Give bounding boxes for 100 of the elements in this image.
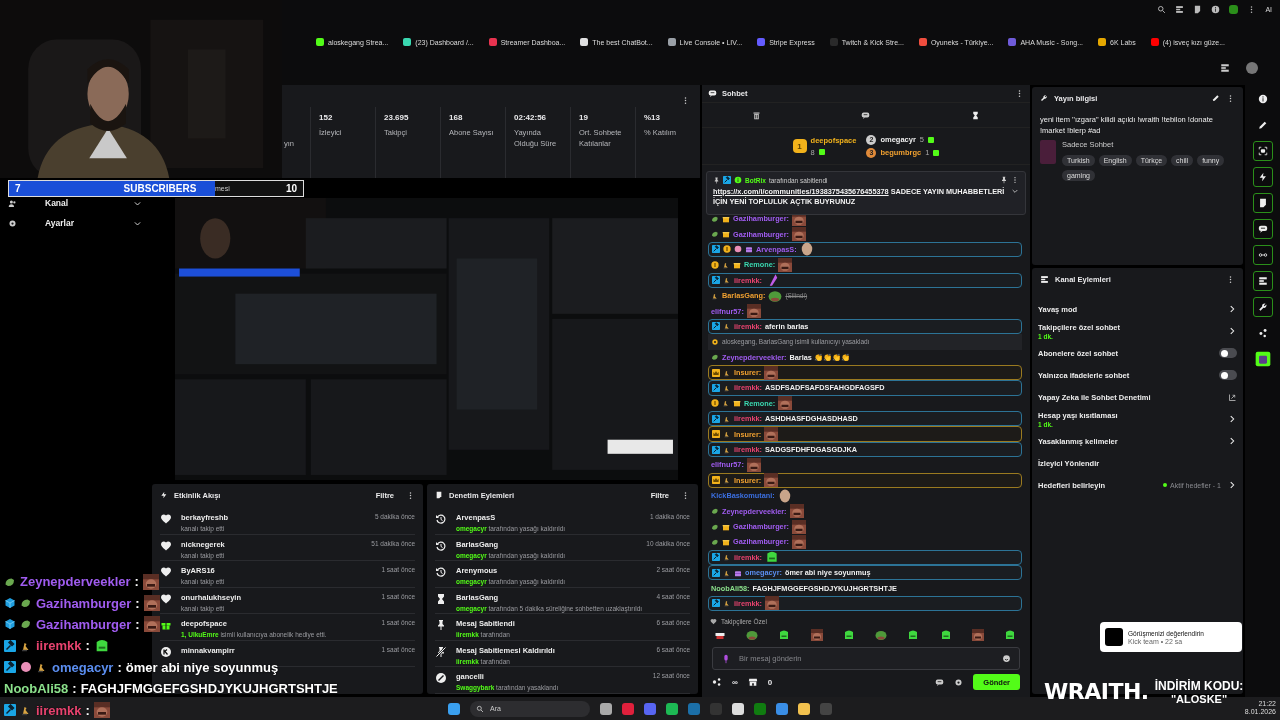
app-icon[interactable] [732, 702, 744, 715]
stat-value: 19 [579, 113, 589, 122]
overlay-separator: : [135, 595, 140, 611]
overlay-message: FAGHJFMGGEFGSHDJYKUJHGRTSHTJE [80, 681, 338, 697]
badge-icon [723, 322, 731, 331]
badge-icon [711, 291, 719, 300]
badge-icon [723, 430, 731, 439]
badge-icon [712, 414, 720, 423]
search-icon [1157, 5, 1167, 14]
tool-button[interactable] [1252, 141, 1273, 161]
chat-icon [935, 677, 945, 687]
emote-icon [778, 257, 793, 272]
external-link-icon [1228, 392, 1237, 402]
emoji-icon [1002, 654, 1011, 663]
app-icon[interactable] [776, 702, 788, 715]
trash-icon [752, 110, 762, 120]
overlay-username: omegacyr [52, 659, 114, 675]
badge-icon [712, 553, 720, 562]
emote-icon [1003, 629, 1016, 641]
badge-icon [723, 568, 731, 577]
app-icon [1254, 351, 1271, 367]
window-icon [1175, 5, 1185, 14]
overlay-separator: : [134, 574, 139, 590]
badge-icon [20, 597, 32, 610]
pin-icon [435, 619, 447, 631]
badge-icon [711, 260, 719, 269]
app-icon[interactable] [798, 702, 810, 715]
emote-icon [907, 629, 920, 641]
stat-value: %13 [644, 113, 661, 122]
tool-button[interactable] [1252, 297, 1273, 317]
promo-brand: WRAITH. [1044, 679, 1149, 704]
edit-icon [1212, 94, 1220, 102]
goal-label: SUBSCRIBERS [122, 183, 198, 194]
heart-icon [710, 618, 717, 625]
nav-item[interactable]: Kanal [27, 198, 123, 208]
tool-button[interactable] [1252, 271, 1273, 291]
hourglass-icon [970, 110, 980, 120]
emote-icon [765, 550, 779, 565]
badge-icon [723, 384, 731, 392]
tool-button[interactable] [1252, 167, 1273, 187]
badge-icon [722, 399, 730, 408]
emote-icon [143, 595, 160, 612]
emote-icon [791, 519, 806, 534]
badge-icon [733, 399, 741, 408]
badge-icon [723, 176, 731, 184]
badge-icon [711, 353, 719, 362]
gift-icon [818, 149, 825, 155]
unpin-icon [435, 645, 447, 658]
emote-icon [143, 616, 160, 633]
emote-icon [791, 227, 806, 242]
badge-icon [4, 704, 16, 717]
heart-icon [160, 566, 172, 578]
badge-icon [723, 368, 731, 377]
badge-icon [722, 537, 730, 546]
overlay-separator: : [85, 702, 90, 718]
note-icon [1257, 198, 1268, 208]
people-icon [8, 198, 17, 208]
badge-icon [723, 476, 731, 485]
windows-icon[interactable] [448, 702, 460, 715]
badge-icon [712, 476, 720, 485]
emote-icon [764, 427, 779, 442]
overlay-username: iiremkk [36, 702, 82, 718]
badge-icon [723, 599, 731, 608]
badge-icon [712, 245, 720, 254]
badge-icon [723, 276, 731, 285]
toggle-switch[interactable] [1219, 370, 1237, 380]
microphone-icon [721, 653, 731, 664]
list-icon [1040, 274, 1049, 284]
app-icon[interactable] [666, 702, 678, 715]
layout-icon [1257, 276, 1268, 286]
badge-icon [723, 553, 731, 562]
badge-icon [712, 276, 720, 285]
ban-icon [435, 672, 447, 684]
badge-icon [4, 639, 16, 652]
badge-icon [20, 661, 32, 674]
emote-icon [842, 629, 855, 641]
chat-icon [861, 110, 871, 120]
sidebar-icon [1220, 63, 1230, 73]
badge-icon [712, 568, 720, 577]
promo-caption: İNDİRİM KODU: [1154, 679, 1244, 693]
circle-icon [1211, 5, 1221, 14]
avatar-icon[interactable] [1246, 62, 1258, 74]
pin-icon [713, 176, 720, 184]
badge-icon [722, 260, 730, 269]
overlay-username: NoobAli58 [4, 681, 69, 697]
app-logo-icon [1105, 628, 1123, 646]
tool-button[interactable] [1252, 219, 1273, 239]
chevron-right-icon [1227, 326, 1237, 336]
toggle-switch[interactable] [1219, 348, 1237, 358]
tool-button[interactable] [1252, 193, 1273, 213]
points-value: ∞ [732, 677, 738, 687]
chat-icon [1257, 224, 1268, 234]
search-icon [476, 704, 484, 713]
extension-icon[interactable] [1229, 5, 1239, 14]
app-icon[interactable] [600, 702, 612, 715]
stat-value: 23.695 [384, 113, 410, 122]
badge-icon [712, 384, 720, 392]
emote-icon [746, 457, 761, 472]
more-icon [1011, 176, 1019, 184]
nav-item[interactable]: Ayarlar [27, 218, 123, 228]
